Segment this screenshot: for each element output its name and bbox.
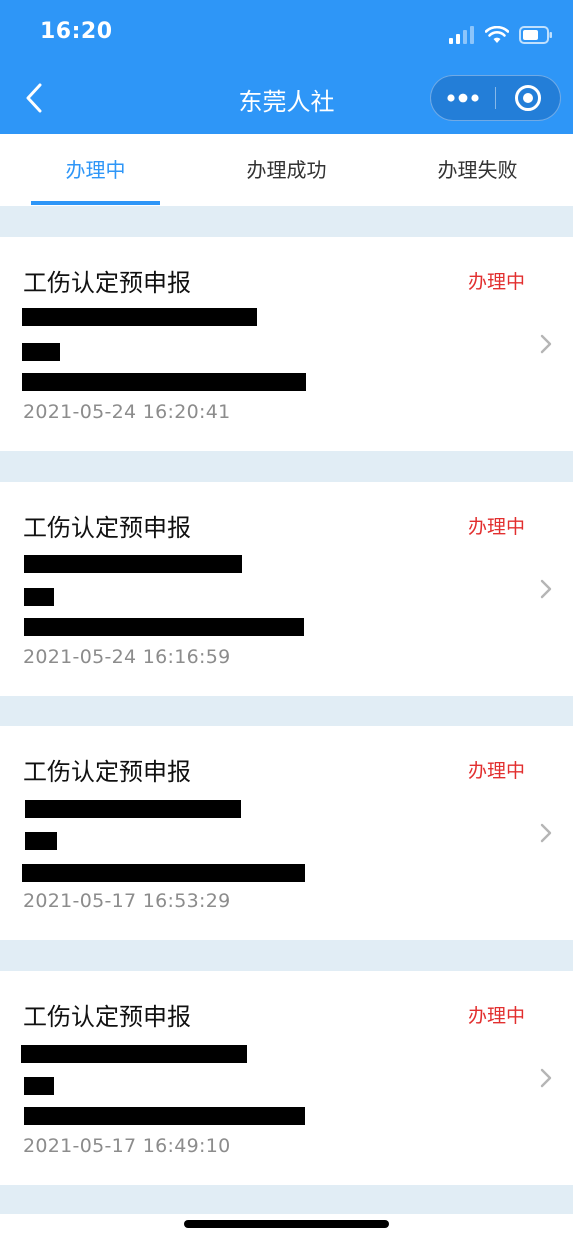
redacted-handling-office (24, 618, 304, 636)
record-time: 2021-05-17 16:53:29 (23, 890, 231, 912)
target-circle-icon (514, 85, 541, 111)
chevron-right-icon (540, 1068, 552, 1088)
record-time: 2021-05-24 16:16:59 (23, 646, 231, 668)
more-dots-icon (447, 93, 479, 103)
tab-success[interactable]: 办理成功 (191, 134, 382, 206)
record-title: 工伤认定预申报 (23, 1003, 191, 1031)
record-status: 办理中 (467, 1005, 525, 1027)
close-button[interactable] (496, 75, 560, 121)
record-card[interactable]: 工伤认定预申报 办理中 2021-05-24 16:20:41 (0, 237, 573, 451)
record-time: 2021-05-24 16:20:41 (23, 401, 231, 423)
record-status: 办理中 (467, 516, 525, 538)
redacted-handling-office (22, 373, 306, 391)
cellular-signal-icon (449, 26, 474, 44)
redacted-application-number (21, 1045, 247, 1063)
record-status: 办理中 (467, 760, 525, 782)
record-title: 工伤认定预申报 (23, 269, 191, 297)
active-tab-indicator (31, 201, 160, 205)
record-time: 2021-05-17 16:49:10 (23, 1135, 231, 1157)
redacted-applicant-name (25, 832, 57, 850)
top-bar: 16:20 东莞人社 (0, 0, 573, 134)
chevron-right-icon (540, 579, 552, 599)
status-tabs: 办理中 办理成功 办理失败 (0, 134, 573, 206)
home-indicator[interactable] (184, 1220, 389, 1228)
redacted-applicant-name (22, 343, 60, 361)
record-title: 工伤认定预申报 (23, 758, 191, 786)
more-button[interactable] (431, 75, 495, 121)
chevron-right-icon (540, 334, 552, 354)
redacted-applicant-name (24, 588, 54, 606)
record-card[interactable]: 工伤认定预申报 办理中 2021-05-17 16:53:29 (0, 726, 573, 940)
status-time: 16:20 (40, 19, 113, 44)
tab-failed[interactable]: 办理失败 (382, 134, 573, 206)
redacted-applicant-name (24, 1077, 54, 1095)
redacted-application-number (25, 800, 241, 818)
redacted-application-number (22, 308, 257, 326)
chevron-right-icon (540, 823, 552, 843)
redacted-handling-office (24, 1107, 305, 1125)
record-status: 办理中 (467, 271, 525, 293)
record-card[interactable]: 工伤认定预申报 办理中 2021-05-17 16:49:10 (0, 971, 573, 1185)
mini-program-capsule (430, 75, 561, 121)
status-icons (449, 24, 553, 46)
redacted-application-number (24, 555, 242, 573)
tab-in-progress[interactable]: 办理中 (0, 134, 191, 206)
wifi-icon (485, 26, 509, 43)
battery-icon (519, 26, 552, 44)
record-card[interactable]: 工伤认定预申报 办理中 2021-05-24 16:16:59 (0, 482, 573, 696)
redacted-handling-office (22, 864, 305, 882)
page: 16:20 东莞人社 办理中 办理成功 办理失败 工伤认定预申报 办理中 202… (0, 0, 573, 1241)
record-title: 工伤认定预申报 (23, 514, 191, 542)
